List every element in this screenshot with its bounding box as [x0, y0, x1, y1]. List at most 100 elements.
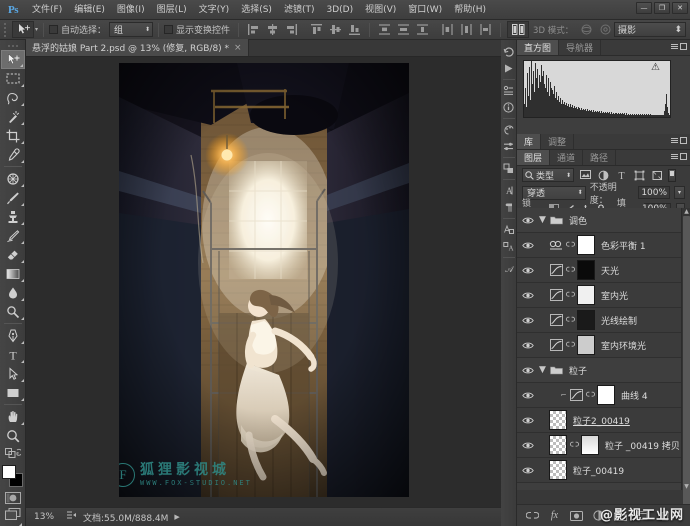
move-tool[interactable]	[0, 50, 25, 69]
layers-panel-menu-icon[interactable]	[671, 153, 687, 160]
lasso-tool-flyout-icon[interactable]	[20, 103, 24, 106]
layer-row[interactable]: 光线绘制	[517, 308, 690, 333]
align-vertical-centers-icon[interactable]	[327, 22, 344, 38]
character-panel-icon[interactable]: A	[501, 182, 517, 199]
eraser-tool-flyout-icon[interactable]	[20, 260, 24, 263]
rectangular-marquee-tool[interactable]	[1, 69, 25, 88]
adjustment-layer-icon[interactable]	[592, 509, 605, 523]
layer-mask-thumbnail[interactable]	[581, 435, 599, 455]
mask-link-icon[interactable]	[565, 316, 575, 325]
mask-link-icon[interactable]	[565, 266, 575, 275]
menu-layer[interactable]: 图层(L)	[151, 0, 193, 20]
character-styles-icon[interactable]	[501, 221, 517, 238]
crop-tool[interactable]	[1, 126, 25, 145]
smart-object-filter-icon[interactable]	[650, 168, 664, 182]
layer-row[interactable]: 粒子_00419	[517, 458, 690, 483]
crop-tool-flyout-icon[interactable]	[20, 141, 24, 144]
layer-row[interactable]: 室内环境光	[517, 333, 690, 358]
layer-name[interactable]: 左上角墙壁	[569, 489, 614, 491]
canvas-area[interactable]: F 狐狸影视城 WWW.FOX-STUDIO.NET	[26, 57, 501, 507]
add-mask-icon[interactable]	[570, 509, 583, 523]
type-tool-flyout-icon[interactable]	[20, 360, 24, 363]
align-left-edges-icon[interactable]	[245, 22, 262, 38]
layer-name[interactable]: 室内环境光	[601, 339, 646, 352]
new-layer-icon[interactable]	[636, 509, 649, 523]
menu-window[interactable]: 窗口(W)	[402, 0, 448, 20]
histogram-cache-warning-icon[interactable]: ⚠	[651, 63, 660, 73]
eraser-tool[interactable]	[1, 245, 25, 264]
layer-visibility-toggle[interactable]	[520, 437, 536, 453]
magic-wand-tool[interactable]	[1, 107, 25, 126]
layer-visibility-toggle[interactable]	[520, 362, 536, 378]
menu-edit[interactable]: 编辑(E)	[68, 0, 111, 20]
glyphs-panel-icon[interactable]: 𝒜	[501, 260, 517, 277]
layer-name[interactable]: 粒子	[569, 364, 587, 377]
align-bottom-edges-icon[interactable]	[346, 22, 363, 38]
status-expand-icon[interactable]: ▶	[174, 513, 179, 521]
move-tool-flyout-icon[interactable]	[19, 64, 23, 67]
layer-name[interactable]: 粒子 _00419 拷贝 2	[605, 439, 688, 452]
foreground-color-swatch[interactable]	[1, 465, 16, 479]
hand-tool[interactable]	[1, 407, 25, 426]
distribute-right-edges-icon[interactable]	[477, 22, 494, 38]
layer-visibility-toggle[interactable]	[520, 487, 536, 490]
library-panel-menu-icon[interactable]	[671, 137, 687, 144]
history-brush-flyout-icon[interactable]	[20, 241, 24, 244]
layer-mask-thumbnail[interactable]	[577, 260, 595, 280]
path-selection-tool[interactable]	[1, 364, 25, 383]
quick-mask-toggle[interactable]	[1, 490, 25, 506]
magic-wand-tool-flyout-icon[interactable]	[20, 122, 24, 125]
layer-row[interactable]: 天光	[517, 258, 690, 283]
layer-visibility-toggle[interactable]	[520, 212, 536, 228]
document-image[interactable]: F 狐狸影视城 WWW.FOX-STUDIO.NET	[119, 63, 409, 497]
tab-adjustments[interactable]: 调整	[541, 134, 575, 149]
close-button[interactable]: ✕	[672, 2, 688, 14]
adjustment-thumbnail[interactable]	[569, 388, 583, 402]
adjustment-thumbnail[interactable]	[549, 288, 563, 302]
layer-row[interactable]: 粒子2_00419	[517, 408, 690, 433]
blur-tool[interactable]	[1, 283, 25, 302]
zoom-level[interactable]: 13%	[34, 512, 60, 522]
mask-link-icon[interactable]	[565, 291, 575, 300]
clone-stamp-flyout-icon[interactable]	[20, 222, 24, 225]
auto-select-scope-dropdown[interactable]: 组 ⬍	[109, 22, 154, 37]
align-right-edges-icon[interactable]	[283, 22, 300, 38]
roll-3d-object-icon[interactable]	[597, 22, 614, 38]
new-group-icon[interactable]	[614, 509, 627, 523]
menu-select[interactable]: 选择(S)	[235, 0, 278, 20]
layer-name[interactable]: 调色	[569, 214, 587, 227]
layer-mask-thumbnail[interactable]	[577, 285, 595, 305]
tab-paths[interactable]: 路径	[583, 150, 617, 165]
mask-link-icon[interactable]	[569, 441, 579, 450]
layer-visibility-toggle[interactable]	[520, 287, 536, 303]
layer-mask-thumbnail[interactable]	[577, 335, 595, 355]
shape-tool-flyout-icon[interactable]	[20, 398, 24, 401]
menu-3d[interactable]: 3D(D)	[320, 0, 359, 20]
menu-filter[interactable]: 滤镜(T)	[278, 0, 321, 20]
mask-link-icon[interactable]	[565, 241, 575, 250]
layer-name[interactable]: 曲线 4	[621, 389, 648, 402]
layer-visibility-toggle[interactable]	[520, 237, 536, 253]
layer-row[interactable]: 室内光	[517, 283, 690, 308]
rotate-3d-object-icon[interactable]	[578, 22, 595, 38]
path-selection-flyout-icon[interactable]	[20, 379, 24, 382]
layer-mask-thumbnail[interactable]	[597, 385, 615, 405]
layer-thumbnail[interactable]	[549, 435, 567, 455]
info-panel-icon[interactable]	[501, 99, 517, 116]
lasso-tool[interactable]	[1, 88, 25, 107]
layer-visibility-toggle[interactable]	[520, 462, 536, 478]
tools-panel-grip[interactable]	[4, 42, 22, 50]
menu-file[interactable]: 文件(F)	[26, 0, 68, 20]
minimize-button[interactable]: —	[636, 2, 652, 14]
menu-image[interactable]: 图像(I)	[111, 0, 151, 20]
mask-link-icon[interactable]	[585, 391, 595, 400]
layer-mask-thumbnail[interactable]	[577, 310, 595, 330]
layer-visibility-toggle[interactable]	[520, 337, 536, 353]
distribute-horizontal-centers-icon[interactable]	[458, 22, 475, 38]
hand-tool-flyout-icon[interactable]	[20, 422, 24, 425]
distribute-top-edges-icon[interactable]	[376, 22, 393, 38]
scroll-up-arrow-icon[interactable]: ▲	[683, 208, 690, 215]
layer-name[interactable]: 光线绘制	[601, 314, 637, 327]
tool-preset-chevron-icon[interactable]: ▾	[35, 26, 38, 33]
gradient-tool[interactable]	[1, 264, 25, 283]
